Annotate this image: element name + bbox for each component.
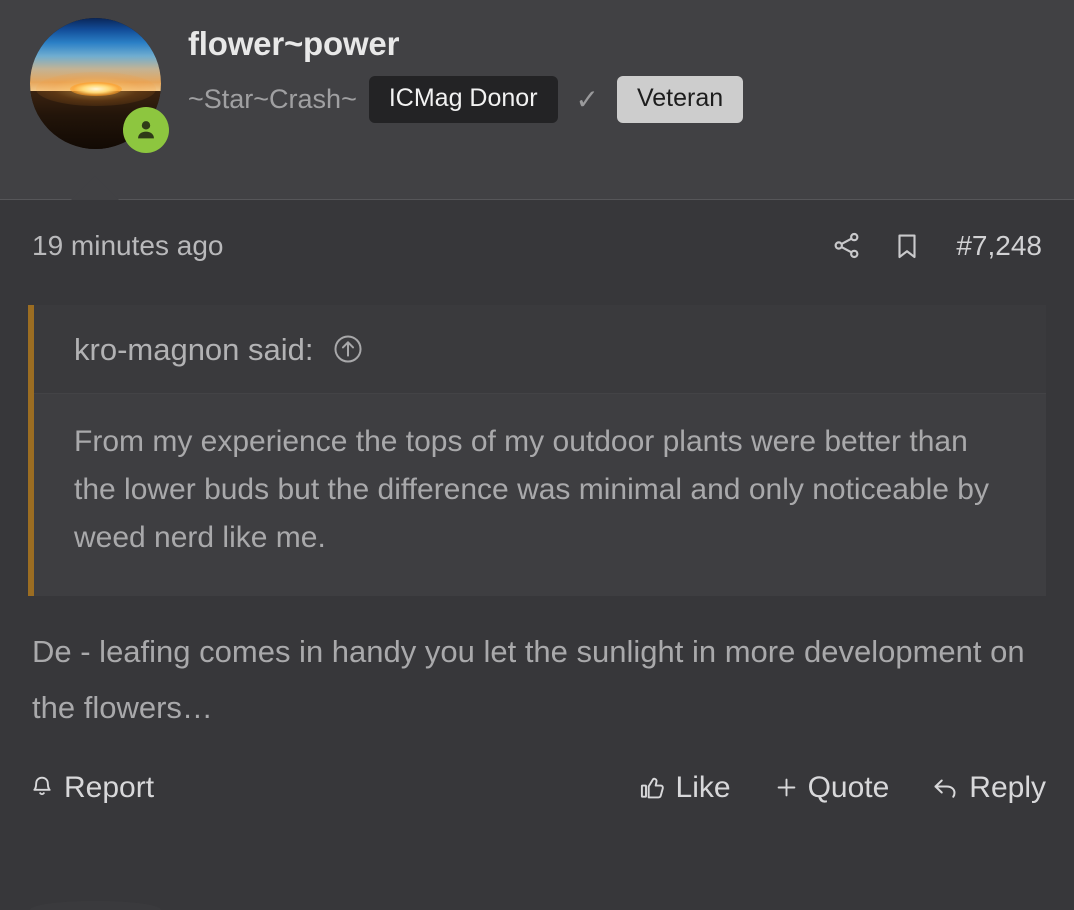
quote-block: kro-magnon said: From my experience the … bbox=[28, 305, 1046, 596]
author-user-title: ~Star~Crash~ bbox=[188, 84, 357, 115]
like-button[interactable]: Like bbox=[639, 770, 731, 804]
share-icon[interactable] bbox=[831, 230, 862, 261]
forum-post: flower~power ~Star~Crash~ ICMag Donor ✓ … bbox=[0, 0, 1074, 910]
badge-icmag-donor[interactable]: ICMag Donor bbox=[368, 76, 558, 124]
report-label: Report bbox=[64, 770, 155, 804]
quote-header: kro-magnon said: bbox=[34, 305, 1046, 394]
badge-veteran[interactable]: Veteran bbox=[616, 76, 744, 124]
like-label: Like bbox=[675, 770, 731, 804]
next-post-peek bbox=[30, 901, 161, 910]
bell-icon bbox=[28, 774, 56, 802]
avatar[interactable] bbox=[30, 18, 169, 153]
post-body: kro-magnon said: From my experience the … bbox=[0, 305, 1074, 737]
quote-button[interactable]: Quote bbox=[773, 770, 890, 804]
post-timestamp[interactable]: 19 minutes ago bbox=[32, 231, 223, 260]
post-header: flower~power ~Star~Crash~ ICMag Donor ✓ … bbox=[0, 0, 1074, 200]
post-meta-bar: 19 minutes ago #7,248 bbox=[0, 200, 1074, 261]
post-actions-right: Like Quote Reply bbox=[639, 770, 1046, 804]
quote-author-label: kro-magnon said: bbox=[74, 331, 314, 367]
thumbs-up-icon bbox=[639, 773, 668, 802]
author-username[interactable]: flower~power bbox=[188, 25, 1074, 62]
reply-label: Reply bbox=[969, 770, 1046, 804]
bookmark-icon[interactable] bbox=[892, 231, 922, 261]
post-number[interactable]: #7,248 bbox=[956, 231, 1042, 260]
avatar-sun bbox=[69, 81, 122, 96]
verified-check-icon: ✓ bbox=[575, 83, 599, 115]
post-actions-bar: Report Like Quote Reply bbox=[0, 737, 1074, 803]
circle-arrow-up-icon[interactable] bbox=[332, 333, 364, 365]
report-button[interactable]: Report bbox=[28, 770, 155, 804]
reply-button[interactable]: Reply bbox=[931, 770, 1046, 804]
author-info: flower~power ~Star~Crash~ ICMag Donor ✓ … bbox=[188, 18, 1074, 124]
quote-text: From my experience the tops of my outdoo… bbox=[34, 394, 1046, 596]
author-badges-row: ~Star~Crash~ ICMag Donor ✓ Veteran bbox=[188, 76, 1074, 124]
header-pointer-notch bbox=[71, 176, 119, 200]
user-online-icon bbox=[123, 107, 169, 153]
plus-icon bbox=[773, 774, 800, 801]
reply-arrow-icon bbox=[931, 773, 961, 803]
quote-label: Quote bbox=[807, 770, 890, 804]
post-message-text: De - leafing comes in handy you let the … bbox=[32, 634, 1025, 726]
post-meta-actions: #7,248 bbox=[831, 230, 1042, 261]
